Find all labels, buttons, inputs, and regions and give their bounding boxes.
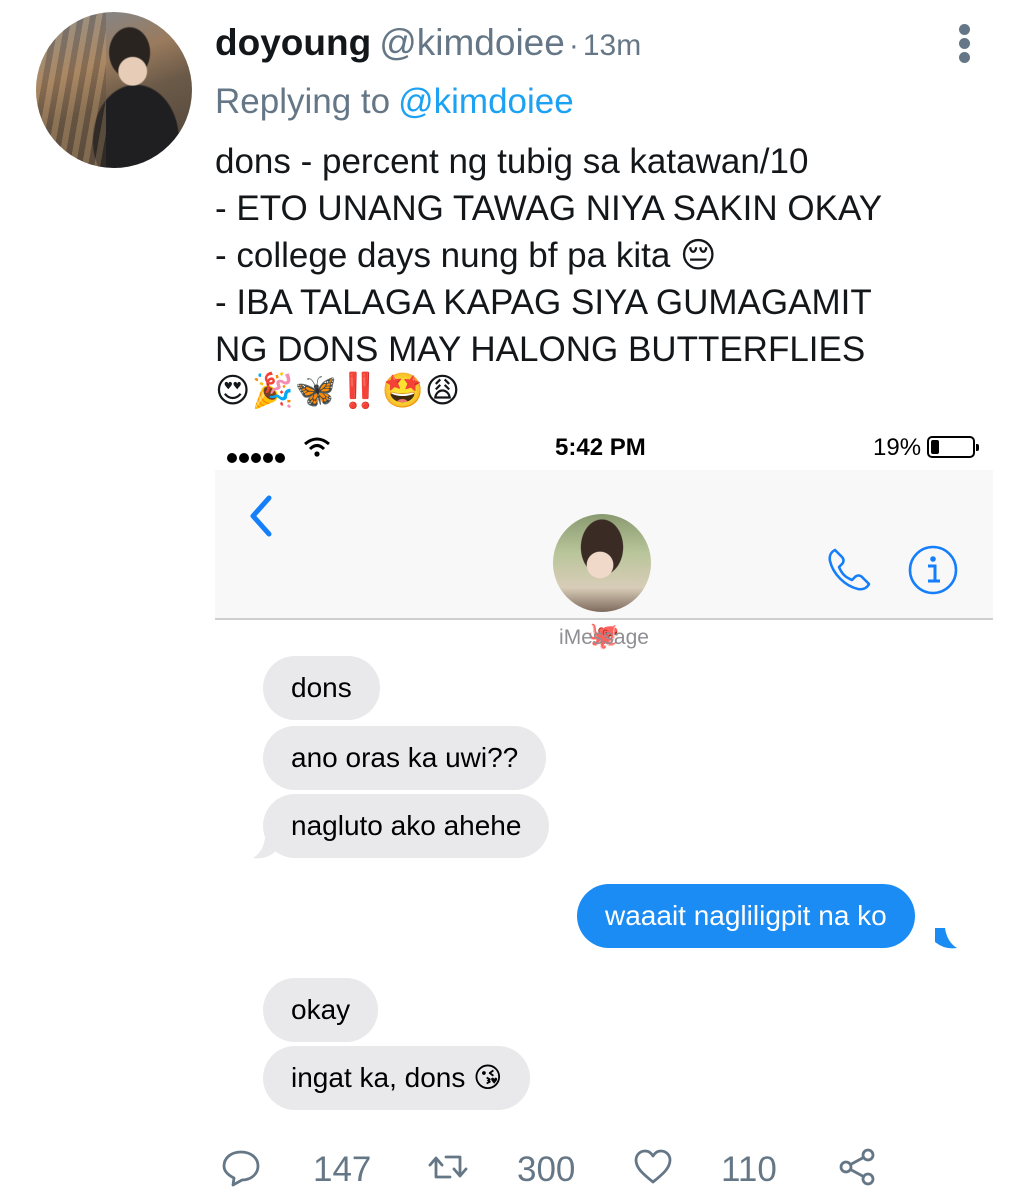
signal-dots-icon	[227, 442, 287, 470]
info-icon[interactable]	[907, 544, 959, 596]
tweet-timestamp[interactable]: 13m	[583, 29, 641, 62]
message-bubble-incoming[interactable]: ano oras ka uwi??	[263, 726, 547, 790]
battery-percent: 19%	[873, 434, 922, 461]
tweet-text-line: dons - percent ng tubig sa katawan/10	[215, 142, 809, 181]
battery-icon	[927, 436, 979, 458]
status-bar: 5:42 PM 19%	[215, 430, 993, 470]
phone-icon[interactable]	[823, 544, 875, 596]
tweet-text-line: - IBA TALAGA KAPAG SIYA GUMAGAMIT	[215, 283, 872, 322]
tweet-header: doyoung @kimdoiee · 13m	[215, 22, 641, 64]
message-bubble-incoming[interactable]: dons	[263, 656, 380, 720]
more-vertical-icon[interactable]	[956, 24, 972, 64]
tweet-text-line: NG DONS MAY HALONG BUTTERFLIES	[215, 330, 866, 369]
conversation-header: 🐙	[215, 470, 993, 650]
message-bubble-incoming[interactable]: okay	[263, 978, 379, 1042]
attached-screenshot[interactable]: 5:42 PM 19% 🐙 iMessage dons ano oras ka …	[215, 420, 993, 1120]
author-avatar[interactable]	[36, 12, 192, 168]
display-name[interactable]: doyoung	[215, 22, 371, 63]
tweet-text-line: - ETO UNANG TAWAG NIYA SAKIN OKAY	[215, 189, 883, 228]
chevron-left-icon[interactable]	[243, 490, 279, 542]
replying-to-label: Replying to	[215, 82, 391, 121]
retweet-icon[interactable]	[428, 1147, 468, 1187]
service-label: iMessage	[559, 626, 649, 649]
like-icon[interactable]	[633, 1147, 673, 1187]
tweet-actions: 147 300 110	[215, 1142, 915, 1192]
like-count: 110	[721, 1150, 777, 1189]
message-bubble-incoming[interactable]: ingat ka, dons 😘	[263, 1046, 531, 1110]
reply-count: 147	[313, 1150, 372, 1189]
bubble-tail	[253, 838, 275, 859]
contact-avatar[interactable]	[553, 514, 651, 612]
message-bubble-outgoing[interactable]: waaait nagliligpit na ko	[577, 884, 915, 948]
tweet-text: dons - percent ng tubig sa katawan/10 - …	[215, 138, 995, 373]
replying-to-handle[interactable]: @kimdoiee	[398, 82, 574, 121]
retweet-count: 300	[517, 1150, 576, 1189]
tweet-text-line: - college days nung bf pa kita 😔	[215, 236, 717, 275]
wifi-icon	[304, 437, 330, 457]
status-time: 5:42 PM	[555, 434, 646, 461]
reply-icon[interactable]	[221, 1147, 261, 1187]
author-handle[interactable]: @kimdoiee	[379, 22, 565, 63]
separator-dot: ·	[568, 29, 579, 62]
replying-to: Replying to @kimdoiee	[215, 82, 574, 122]
share-icon[interactable]	[837, 1147, 877, 1187]
message-bubble-incoming[interactable]: nagluto ako ahehe	[263, 794, 550, 858]
tweet-emoji-line: 😍🎉🦋‼️🤩😩	[215, 372, 462, 410]
bubble-tail	[935, 928, 957, 949]
